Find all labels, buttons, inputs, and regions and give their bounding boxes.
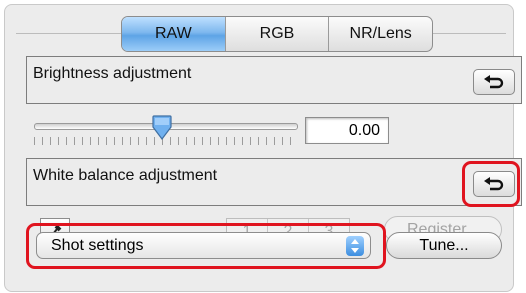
tab-nr-lens[interactable]: NR/Lens xyxy=(328,17,432,51)
brightness-label: Brightness adjustment xyxy=(33,65,192,82)
undo-arrow-icon xyxy=(484,177,504,191)
tab-rgb[interactable]: RGB xyxy=(224,17,329,51)
brightness-reset-button[interactable] xyxy=(473,69,515,95)
tab-bar: RAW RGB NR/Lens xyxy=(121,16,433,52)
white-balance-select[interactable]: Shot settings xyxy=(36,232,371,259)
tune-button[interactable]: Tune... xyxy=(386,232,502,259)
updown-arrows-icon xyxy=(346,236,364,256)
white-balance-select-value: Shot settings xyxy=(51,236,144,254)
white-balance-reset-button[interactable] xyxy=(473,171,515,197)
white-balance-label: White balance adjustment xyxy=(33,167,218,184)
tab-raw[interactable]: RAW xyxy=(122,17,225,51)
white-balance-section-header: White balance adjustment xyxy=(26,158,522,206)
undo-arrow-icon xyxy=(484,75,504,89)
brightness-value-field[interactable]: 0.00 xyxy=(305,117,389,144)
brightness-slider-thumb[interactable] xyxy=(152,115,172,141)
brightness-section-header: Brightness adjustment xyxy=(26,56,522,104)
